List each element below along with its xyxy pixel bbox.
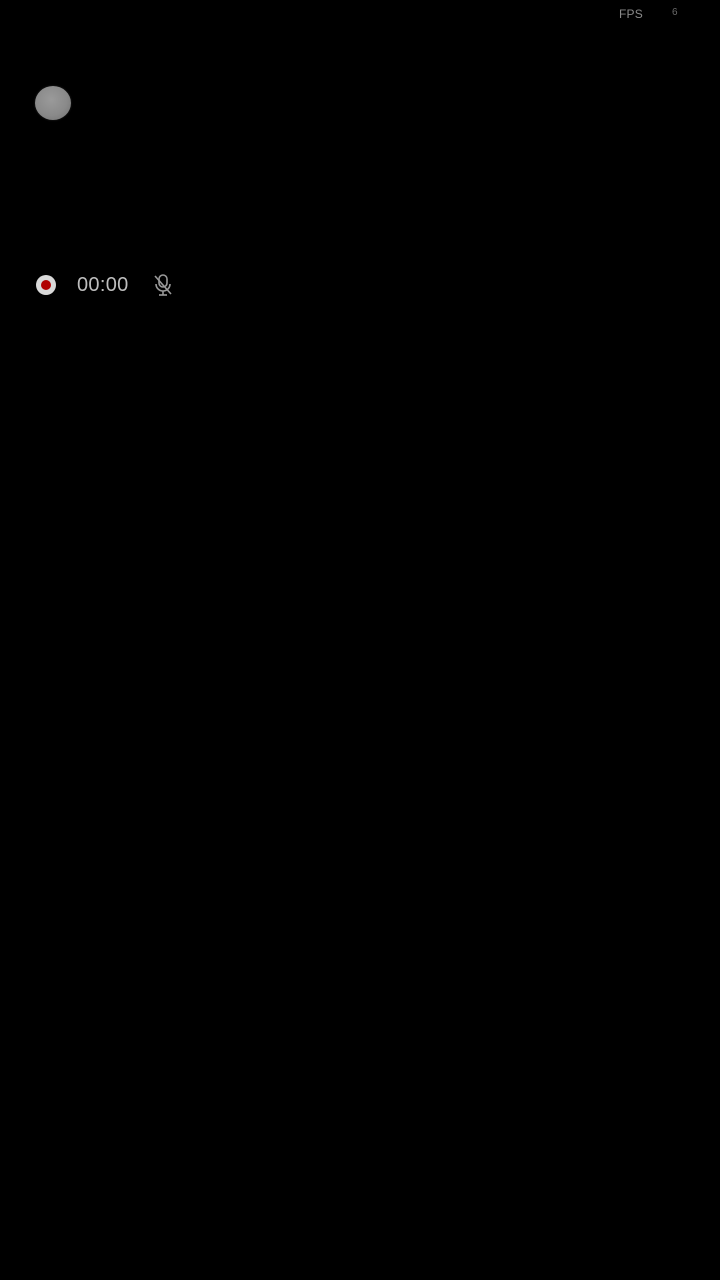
recording-timer: 00:00 — [77, 274, 129, 296]
screen: FPS 6 00:00 — [0, 0, 720, 1280]
floating-ball-icon[interactable] — [35, 86, 71, 120]
mic-muted-icon[interactable] — [152, 273, 174, 297]
fps-label: FPS — [619, 7, 643, 21]
record-dot-core — [41, 280, 51, 290]
fps-overlay: FPS 6 — [600, 6, 710, 24]
fps-value: 6 — [672, 7, 678, 18]
record-dot-icon[interactable] — [36, 275, 56, 295]
screen-record-bar: 00:00 — [34, 270, 194, 300]
